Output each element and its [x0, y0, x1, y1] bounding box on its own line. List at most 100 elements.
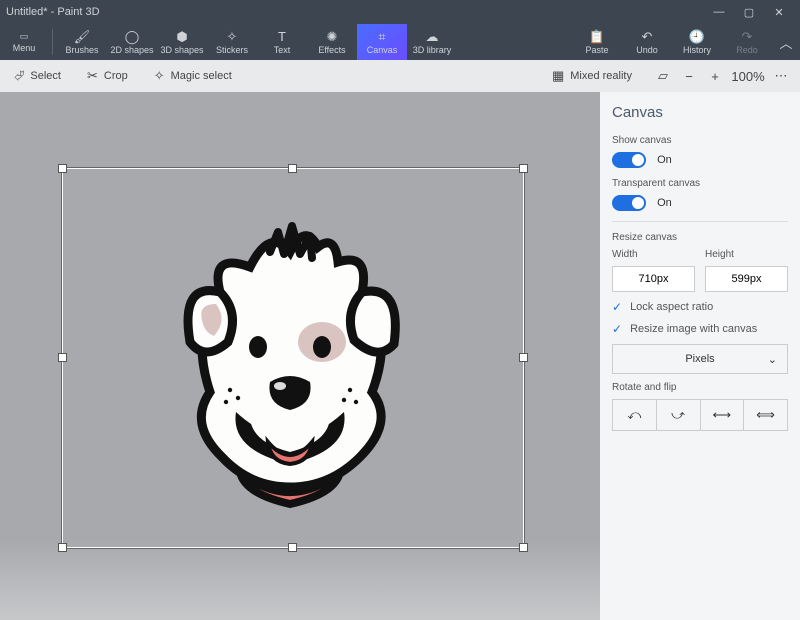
resize-handle-bottom-left[interactable] [58, 543, 67, 552]
tool-text[interactable]: T Text [257, 24, 307, 60]
resize-handle-bottom-right[interactable] [519, 543, 528, 552]
tool-effects[interactable]: ✺ Effects [307, 24, 357, 60]
lock-aspect-ratio-checkbox[interactable]: ✓ Lock aspect ratio [612, 300, 788, 314]
lock-aspect-label: Lock aspect ratio [630, 301, 713, 313]
transparent-canvas-label: Transparent canvas [612, 178, 788, 189]
menu-icon: ▭ [20, 31, 29, 42]
rotate-right-icon: ⤻ [671, 407, 685, 423]
menu-button[interactable]: ▭ Menu [0, 24, 48, 60]
resize-handle-middle-left[interactable] [58, 353, 67, 362]
tool-label: Brushes [65, 45, 98, 55]
resize-canvas-label: Resize canvas [612, 232, 788, 243]
resize-with-canvas-checkbox[interactable]: ✓ Resize image with canvas [612, 322, 788, 336]
resize-handle-bottom-middle[interactable] [288, 543, 297, 552]
tool-label: Redo [736, 45, 758, 55]
height-input[interactable] [705, 266, 788, 292]
tool-label: Text [274, 45, 291, 55]
flip-vertical-button[interactable]: ⟺ [744, 399, 788, 431]
rotate-left-icon: ⤺ [627, 407, 641, 423]
mixed-label: Mixed reality [570, 70, 632, 82]
select-tool[interactable]: ⮰ Select [6, 64, 69, 88]
tool-label: 3D shapes [160, 45, 203, 55]
rotate-flip-label: Rotate and flip [612, 382, 788, 393]
flip-horizontal-button[interactable]: ⟷ [701, 399, 745, 431]
units-value: Pixels [685, 353, 714, 365]
close-button[interactable]: ✕ [764, 2, 794, 22]
3d-library-icon: ☁ [426, 29, 439, 44]
tool-label: Paste [585, 45, 608, 55]
history-button[interactable]: 🕘 History [672, 24, 722, 60]
paste-button[interactable]: 📋 Paste [572, 24, 622, 60]
more-button[interactable]: ⋯ [768, 63, 794, 89]
stickers-icon: ✧ [227, 29, 238, 44]
crop-label: Crop [104, 70, 128, 82]
minimize-button[interactable]: — [704, 2, 734, 22]
titlebar: Untitled* - Paint 3D — ▢ ✕ [0, 0, 800, 24]
menu-label: Menu [13, 43, 36, 53]
secondary-toolbar: ⮰ Select ✂ Crop ✧ Magic select ▦ Mixed r… [0, 60, 800, 92]
panel-divider [612, 221, 788, 222]
undo-button[interactable]: ↶ Undo [622, 24, 672, 60]
resize-handle-middle-right[interactable] [519, 353, 528, 362]
tool-label: 3D library [413, 45, 452, 55]
tool-3d-shapes[interactable]: ⬢ 3D shapes [157, 24, 207, 60]
flip-horizontal-icon: ⟷ [713, 407, 732, 423]
effects-icon: ✺ [327, 29, 338, 44]
transparent-canvas-toggle[interactable] [612, 195, 646, 211]
tool-3d-library[interactable]: ☁ 3D library [407, 24, 457, 60]
tool-label: Canvas [367, 45, 398, 55]
collapse-ribbon-button[interactable]: ︿ [772, 24, 800, 60]
redo-button[interactable]: ↷ Redo [722, 24, 772, 60]
history-icon: 🕘 [689, 29, 705, 44]
resize-handle-top-middle[interactable] [288, 164, 297, 173]
show-canvas-state: On [657, 154, 672, 166]
mixed-reality-icon: ▦ [552, 68, 564, 84]
maximize-button[interactable]: ▢ [734, 2, 764, 22]
tool-brushes[interactable]: 🖌 Brushes [57, 24, 107, 60]
ribbon-divider [52, 29, 53, 55]
tool-label: History [683, 45, 711, 55]
resize-handle-top-left[interactable] [58, 164, 67, 173]
3d-shapes-icon: ⬢ [176, 29, 187, 44]
rotate-left-button[interactable]: ⤺ [612, 399, 657, 431]
undo-icon: ↶ [642, 29, 653, 44]
select-label: Select [30, 70, 61, 82]
magic-label: Magic select [171, 70, 232, 82]
2d-shapes-icon: ◯ [125, 29, 140, 44]
tool-label: 2D shapes [110, 45, 153, 55]
rotate-right-button[interactable]: ⤻ [657, 399, 701, 431]
zoom-level[interactable]: 100% [728, 63, 768, 89]
resize-handle-top-right[interactable] [519, 164, 528, 173]
zoom-out-button[interactable]: − [676, 63, 702, 89]
tool-canvas[interactable]: ⌗ Canvas [357, 24, 407, 60]
tool-stickers[interactable]: ✧ Stickers [207, 24, 257, 60]
resize-with-label: Resize image with canvas [630, 323, 757, 335]
zoom-in-button[interactable]: + [702, 63, 728, 89]
magic-select-tool[interactable]: ✧ Magic select [146, 64, 240, 88]
mixed-reality-tool[interactable]: ▦ Mixed reality [544, 64, 640, 88]
check-icon: ✓ [612, 300, 622, 314]
width-label: Width [612, 249, 695, 260]
ribbon: ▭ Menu 🖌 Brushes ◯ 2D shapes ⬢ 3D shapes… [0, 24, 800, 60]
tool-label: Effects [318, 45, 345, 55]
height-label: Height [705, 249, 788, 260]
view-mode-button[interactable]: ▱ [650, 63, 676, 89]
transparent-canvas-state: On [657, 197, 672, 209]
crop-tool[interactable]: ✂ Crop [79, 64, 136, 88]
canvas-viewport[interactable] [0, 92, 600, 620]
show-canvas-label: Show canvas [612, 135, 788, 146]
check-icon: ✓ [612, 322, 622, 336]
content-area: Canvas Show canvas On Transparent canvas… [0, 92, 800, 620]
canvas-panel: Canvas Show canvas On Transparent canvas… [600, 92, 800, 620]
tool-label: Undo [636, 45, 658, 55]
tool-2d-shapes[interactable]: ◯ 2D shapes [107, 24, 157, 60]
show-canvas-toggle[interactable] [612, 152, 646, 168]
text-icon: T [278, 29, 286, 44]
width-input[interactable] [612, 266, 695, 292]
redo-icon: ↷ [742, 29, 753, 44]
units-select[interactable]: Pixels [612, 344, 788, 374]
canvas-icon: ⌗ [378, 29, 385, 44]
brushes-icon: 🖌 [74, 29, 91, 44]
paste-icon: 📋 [589, 29, 605, 44]
selection-box[interactable] [62, 168, 524, 548]
